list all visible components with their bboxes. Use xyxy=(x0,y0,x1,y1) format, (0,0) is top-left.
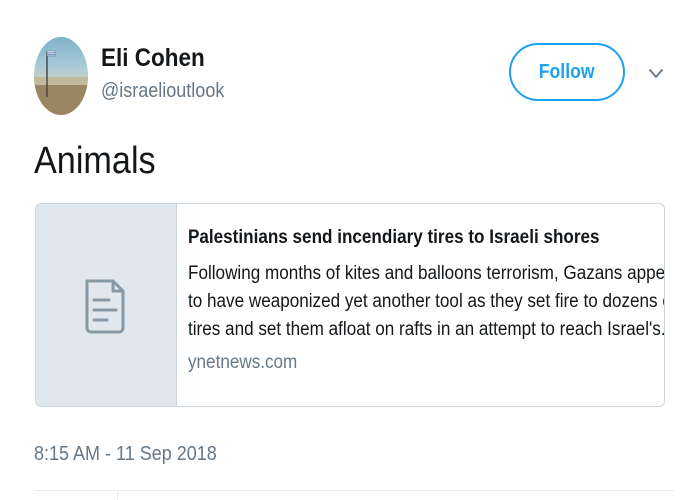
card-description-line: Following months of kites and balloons t… xyxy=(188,263,665,284)
tweet-text: Animals xyxy=(34,140,156,182)
divider xyxy=(34,490,674,491)
follow-button-label: Follow xyxy=(539,60,595,83)
card-domain: ynetnews.com xyxy=(188,352,298,373)
card-description-line: tires and set them afloat on rafts in an… xyxy=(188,319,665,340)
divider xyxy=(117,490,118,500)
avatar[interactable] xyxy=(34,37,88,115)
tweet-page: Eli Cohen @israelioutlook Follow Animals… xyxy=(0,0,700,500)
card-description-line: to have weaponized yet another tool as t… xyxy=(188,291,665,312)
card-description: Following months of kites and balloons t… xyxy=(188,260,665,344)
follow-button[interactable]: Follow xyxy=(509,43,625,101)
tweet-timestamp[interactable]: 8:15 AM - 11 Sep 2018 xyxy=(34,443,217,466)
author-handle[interactable]: @israelioutlook xyxy=(101,80,224,103)
author-name[interactable]: Eli Cohen xyxy=(101,44,205,73)
document-icon xyxy=(85,279,125,334)
avatar-photo xyxy=(34,50,88,115)
card-thumbnail xyxy=(36,204,177,406)
card-body: Palestinians send incendiary tires to Is… xyxy=(188,226,665,374)
link-card[interactable]: Palestinians send incendiary tires to Is… xyxy=(35,203,665,407)
card-title[interactable]: Palestinians send incendiary tires to Is… xyxy=(188,226,620,250)
chevron-down-icon[interactable] xyxy=(645,65,667,83)
